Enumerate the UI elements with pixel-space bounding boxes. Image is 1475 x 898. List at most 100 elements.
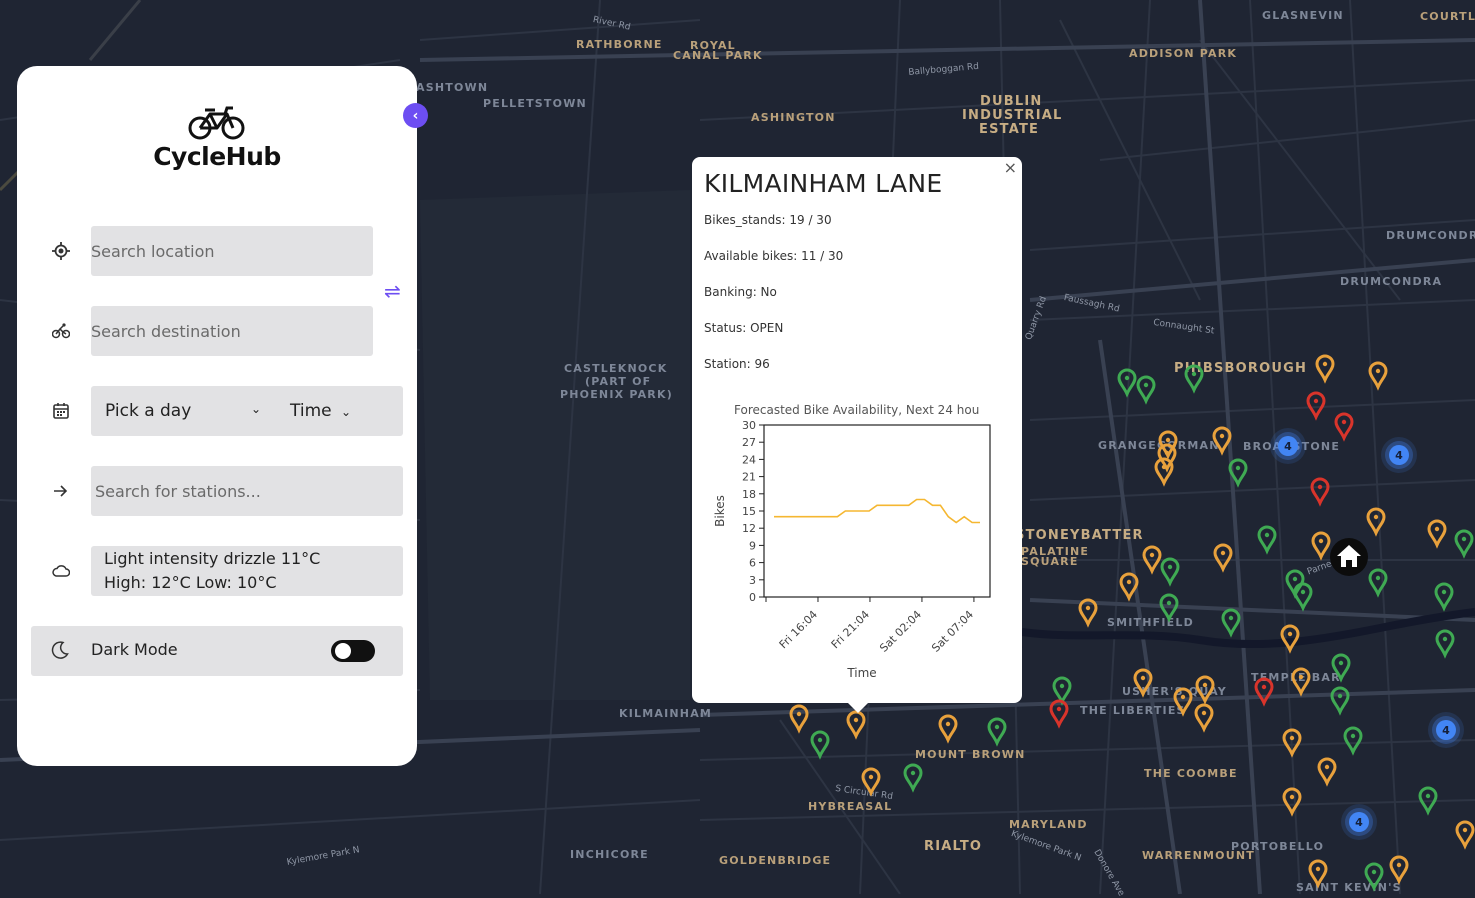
cluster-marker[interactable]: 4 bbox=[1270, 428, 1306, 464]
station-marker[interactable] bbox=[1142, 545, 1162, 575]
home-icon[interactable] bbox=[1330, 538, 1368, 576]
cyclist-icon bbox=[51, 321, 71, 341]
station-marker[interactable] bbox=[1368, 361, 1388, 391]
station-marker[interactable] bbox=[1366, 507, 1386, 537]
station-marker[interactable] bbox=[1368, 568, 1388, 598]
locate-icon bbox=[51, 241, 71, 261]
station-marker[interactable] bbox=[1133, 668, 1153, 698]
close-icon[interactable]: × bbox=[1004, 158, 1017, 177]
cluster-count: 4 bbox=[1284, 440, 1292, 453]
time-select[interactable]: Time ⌄ bbox=[290, 401, 351, 421]
x-tick-label: Fri 16:04 bbox=[777, 608, 820, 651]
station-marker[interactable] bbox=[1364, 862, 1384, 892]
datetime-box: Pick a day ⌄ Time ⌄ bbox=[91, 386, 403, 436]
cluster-marker[interactable]: 4 bbox=[1341, 804, 1377, 840]
station-marker[interactable] bbox=[1119, 572, 1139, 602]
chart-title: Forecasted Bike Availability, Next 24 ho… bbox=[734, 403, 979, 417]
cluster-marker[interactable]: 4 bbox=[1381, 437, 1417, 473]
search-location-input[interactable] bbox=[91, 226, 373, 276]
station-marker[interactable] bbox=[846, 710, 866, 740]
station-marker[interactable] bbox=[1311, 531, 1331, 561]
station-marker[interactable] bbox=[1159, 593, 1179, 623]
station-marker[interactable] bbox=[1331, 653, 1351, 683]
station-marker[interactable] bbox=[1434, 582, 1454, 612]
dark-mode-toggle[interactable] bbox=[331, 640, 375, 662]
station-marker[interactable] bbox=[1052, 676, 1072, 706]
station-search-input[interactable] bbox=[91, 466, 403, 516]
y-tick-label: 24 bbox=[742, 453, 756, 466]
y-tick-label: 27 bbox=[742, 436, 756, 449]
station-marker[interactable] bbox=[1455, 820, 1475, 850]
cluster-marker[interactable]: 4 bbox=[1428, 712, 1464, 748]
datetime-row: Pick a day ⌄ Time ⌄ bbox=[17, 386, 417, 436]
station-marker[interactable] bbox=[1306, 391, 1326, 421]
station-marker[interactable] bbox=[1221, 608, 1241, 638]
cloud-icon bbox=[51, 561, 71, 581]
station-marker[interactable] bbox=[1315, 354, 1335, 384]
collapse-sidebar-button[interactable]: ‹ bbox=[403, 103, 428, 128]
station-marker[interactable] bbox=[987, 717, 1007, 747]
station-marker[interactable] bbox=[1173, 687, 1193, 717]
station-marker[interactable] bbox=[1078, 598, 1098, 628]
y-tick-label: 9 bbox=[749, 539, 756, 552]
station-marker[interactable] bbox=[1257, 525, 1277, 555]
station-marker[interactable] bbox=[1427, 519, 1447, 549]
available-bikes: Available bikes: 11 / 30 bbox=[704, 249, 844, 263]
station-marker[interactable] bbox=[1435, 629, 1455, 659]
station-marker[interactable] bbox=[1280, 624, 1300, 654]
cluster-count: 4 bbox=[1355, 816, 1363, 829]
dark-mode-label: Dark Mode bbox=[91, 640, 178, 659]
station-search-row bbox=[17, 466, 417, 516]
station-marker[interactable] bbox=[1330, 686, 1350, 716]
station-marker[interactable] bbox=[810, 730, 830, 760]
station-marker[interactable] bbox=[1418, 786, 1438, 816]
y-tick-label: 15 bbox=[742, 505, 756, 518]
station-marker[interactable] bbox=[861, 767, 881, 797]
swap-icon[interactable]: ⇌ bbox=[384, 279, 401, 303]
station-marker[interactable] bbox=[1343, 726, 1363, 756]
y-axis-label: Bikes bbox=[713, 495, 727, 527]
arrow-right-icon bbox=[51, 481, 71, 501]
station-marker[interactable] bbox=[1308, 859, 1328, 889]
station-marker[interactable] bbox=[1194, 703, 1214, 733]
sidebar-panel: CycleHub ⇌ Pick a day ⌄ Time ⌄ bbox=[17, 66, 417, 766]
bicycle-icon bbox=[188, 106, 245, 140]
chart-frame bbox=[763, 424, 991, 598]
search-destination-input[interactable] bbox=[91, 306, 373, 356]
station-marker[interactable] bbox=[1160, 557, 1180, 587]
weather-row: Light intensity drizzle 11°C High: 12°C … bbox=[17, 546, 417, 596]
station-marker[interactable] bbox=[1291, 667, 1311, 697]
forecast-chart: Forecasted Bike Availability, Next 24 ho… bbox=[713, 403, 991, 680]
chevron-down-icon: ⌄ bbox=[341, 405, 352, 419]
day-select-label: Pick a day bbox=[105, 401, 192, 421]
station-marker[interactable] bbox=[1310, 477, 1330, 507]
chevron-down-icon: ⌄ bbox=[251, 402, 262, 416]
day-select[interactable]: Pick a day ⌄ bbox=[105, 401, 261, 421]
station-marker[interactable] bbox=[1049, 699, 1069, 729]
station-marker[interactable] bbox=[1334, 412, 1354, 442]
station-marker[interactable] bbox=[938, 714, 958, 744]
station-marker[interactable] bbox=[1228, 458, 1248, 488]
station-marker[interactable] bbox=[1389, 855, 1409, 885]
x-tick-label: Fri 21:04 bbox=[829, 608, 872, 651]
station-marker[interactable] bbox=[1454, 529, 1474, 559]
station-marker[interactable] bbox=[1282, 728, 1302, 758]
station-marker[interactable] bbox=[1254, 677, 1274, 707]
station-marker[interactable] bbox=[1282, 787, 1302, 817]
station-title: KILMAINHAM LANE bbox=[704, 169, 943, 198]
search-destination-row bbox=[17, 306, 417, 356]
chevron-left-icon: ‹ bbox=[412, 107, 419, 124]
station-marker[interactable] bbox=[1184, 364, 1204, 394]
station-marker[interactable] bbox=[903, 763, 923, 793]
station-marker[interactable] bbox=[1195, 675, 1215, 705]
station-marker[interactable] bbox=[1317, 757, 1337, 787]
station-marker[interactable] bbox=[1213, 543, 1233, 573]
y-tick-label: 0 bbox=[749, 591, 756, 604]
station-marker[interactable] bbox=[1136, 375, 1156, 405]
app-logo: CycleHub bbox=[17, 106, 417, 171]
station-marker[interactable] bbox=[789, 704, 809, 734]
station-marker[interactable] bbox=[1212, 426, 1232, 456]
x-axis-label: Time bbox=[846, 666, 876, 680]
station-marker[interactable] bbox=[1117, 368, 1137, 398]
station-marker[interactable] bbox=[1293, 582, 1313, 612]
